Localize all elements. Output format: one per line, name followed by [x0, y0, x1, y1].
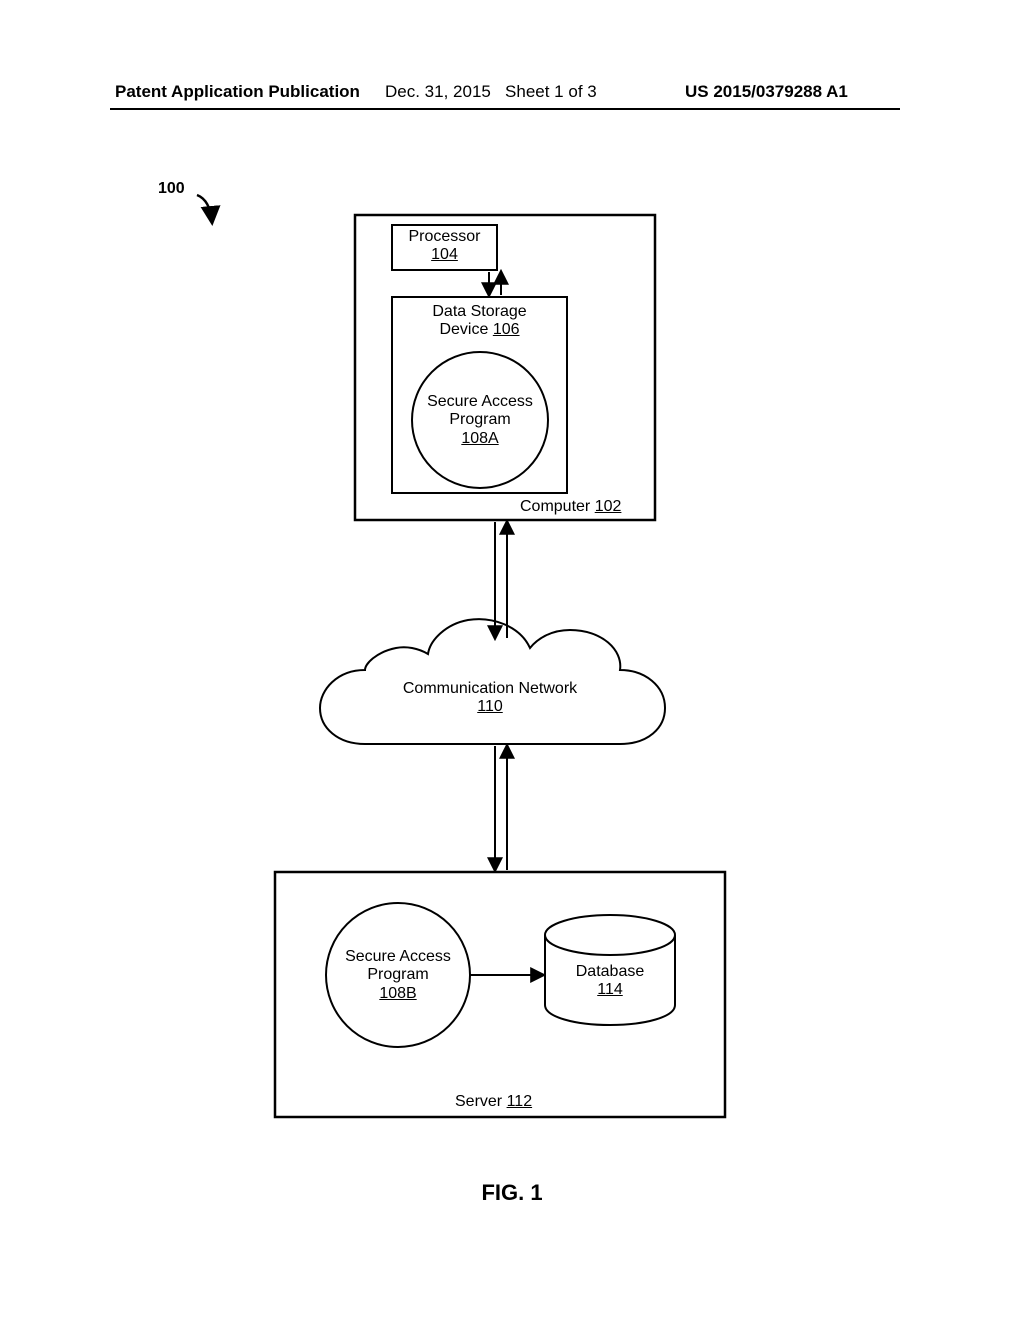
page: Patent Application Publication Dec. 31, … — [0, 0, 1024, 1320]
computer-caption-prefix: Computer — [520, 498, 595, 515]
program-b-line1: Secure Access — [345, 948, 451, 965]
storage-label: Data Storage Device 106 — [392, 303, 567, 340]
figure-caption: FIG. 1 — [0, 1180, 1024, 1206]
server-caption: Server 112 — [455, 1093, 532, 1111]
program-a-ref: 108A — [461, 430, 498, 447]
database-text: Database — [576, 963, 645, 980]
server-caption-prefix: Server — [455, 1093, 507, 1110]
processor-text: Processor — [408, 228, 480, 245]
refnum-arrow — [197, 195, 212, 222]
network-text: Communication Network — [403, 680, 577, 697]
refnum-100: 100 — [158, 180, 185, 198]
program-a-line2: Program — [449, 411, 510, 428]
program-b-ref: 108B — [379, 985, 416, 1002]
database-ref: 114 — [597, 981, 623, 998]
server-ref: 112 — [507, 1093, 533, 1110]
processor-label: Processor 104 — [392, 228, 497, 265]
database-label: Database 114 — [545, 963, 675, 1000]
program-a-label: Secure Access Program 108A — [410, 393, 550, 448]
diagram-svg: Data Storage arrows (two short vertical … — [0, 0, 1024, 1320]
program-b-label: Secure Access Program 108B — [328, 948, 468, 1003]
network-label: Communication Network 110 — [330, 680, 650, 717]
storage-line1: Data Storage — [432, 303, 526, 320]
processor-ref: 104 — [431, 246, 458, 263]
storage-ref: 106 — [493, 321, 520, 338]
computer-ref: 102 — [595, 498, 622, 515]
program-b-line2: Program — [367, 966, 428, 983]
network-ref: 110 — [477, 698, 503, 715]
storage-line2-prefix: Device — [439, 321, 492, 338]
program-a-line1: Secure Access — [427, 393, 533, 410]
computer-caption: Computer 102 — [520, 498, 621, 516]
